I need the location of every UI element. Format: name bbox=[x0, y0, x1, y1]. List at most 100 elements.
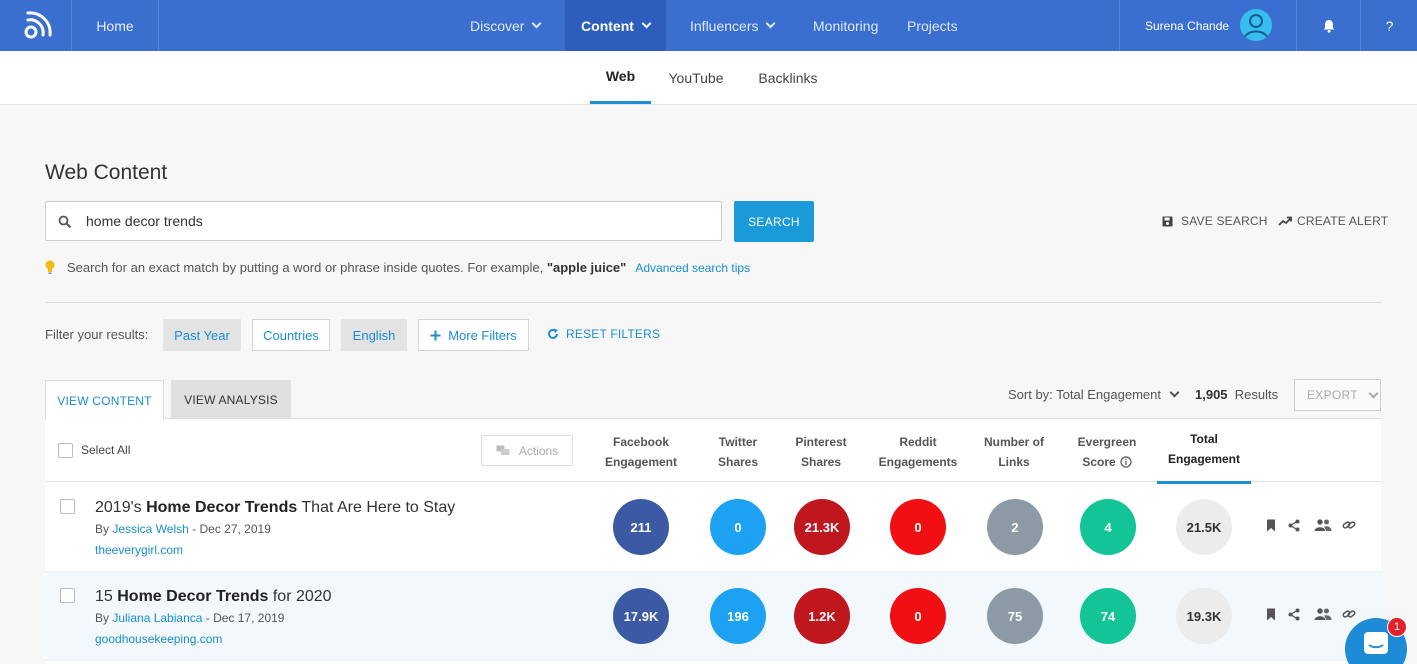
chat-notification-badge: 1 bbox=[1387, 617, 1407, 637]
chevron-down-icon bbox=[1368, 388, 1379, 398]
row-checkbox[interactable] bbox=[60, 588, 75, 603]
article-title-match: Home Decor Trends bbox=[146, 499, 298, 516]
col-reddit-line1: Reddit bbox=[899, 435, 937, 449]
col-facebook-engagement[interactable]: Facebook Engagement bbox=[595, 432, 687, 472]
divider bbox=[45, 302, 1381, 303]
article-title-pre: 15 bbox=[95, 588, 118, 605]
chevron-down-icon bbox=[641, 18, 652, 29]
tip-text: Search for an exact match by putting a w… bbox=[67, 260, 547, 275]
filter-past-year[interactable]: Past Year bbox=[163, 319, 241, 351]
influencers-icon[interactable] bbox=[1314, 519, 1332, 531]
filter-label: Filter your results: bbox=[45, 327, 149, 342]
search-button[interactable]: SEARCH bbox=[734, 201, 814, 242]
floppy-disk-icon bbox=[1162, 216, 1173, 226]
rss-logo-icon bbox=[24, 10, 52, 38]
results-label: Results bbox=[1234, 387, 1279, 402]
lightbulb-icon bbox=[45, 260, 55, 274]
select-all-label[interactable]: Select All bbox=[81, 443, 130, 457]
filter-countries[interactable]: Countries bbox=[252, 319, 330, 351]
table-header: Select All Actions Facebook Engagement Tw… bbox=[45, 419, 1381, 484]
link-icon[interactable] bbox=[1342, 519, 1356, 531]
table-row[interactable]: 15 Home Decor Trends for 2020 By Juliana… bbox=[45, 572, 1381, 661]
nav-discover[interactable]: Discover bbox=[470, 0, 542, 51]
col-facebook-line1: Facebook bbox=[612, 435, 669, 449]
bookmark-icon[interactable] bbox=[1266, 608, 1276, 621]
reset-filters-button[interactable]: RESET FILTERS bbox=[547, 327, 660, 341]
col-pinterest-shares[interactable]: Pinterest Shares bbox=[786, 432, 856, 472]
actions-button[interactable]: Actions bbox=[481, 435, 573, 466]
nav-discover-label: Discover bbox=[470, 17, 525, 34]
tab-backlinks[interactable]: Backlinks bbox=[750, 51, 826, 104]
facebook-engagement-value: 17.9K bbox=[613, 588, 669, 644]
user-avatar-icon bbox=[1243, 14, 1269, 40]
info-icon[interactable] bbox=[1120, 456, 1132, 468]
number-of-links-value: 2 bbox=[987, 499, 1043, 555]
more-filters-label: More Filters bbox=[448, 327, 517, 343]
search-input[interactable] bbox=[86, 211, 686, 231]
col-twitter-line1: Twitter bbox=[718, 435, 758, 449]
save-search-label: SAVE SEARCH bbox=[1181, 214, 1268, 228]
app-logo[interactable] bbox=[0, 0, 72, 51]
article-title[interactable]: 2019's Home Decor Trends That Are Here t… bbox=[95, 499, 455, 517]
tab-web[interactable]: Web bbox=[590, 51, 651, 104]
share-icon[interactable] bbox=[1288, 608, 1300, 621]
filter-english[interactable]: English bbox=[341, 319, 407, 351]
article-byline: By Juliana Labianca - Dec 17, 2019 bbox=[95, 611, 284, 625]
influencers-icon[interactable] bbox=[1314, 608, 1332, 620]
col-twitter-shares[interactable]: Twitter Shares bbox=[703, 432, 773, 472]
article-title-post: for 2020 bbox=[268, 588, 332, 605]
advanced-search-tips-link[interactable]: Advanced search tips bbox=[635, 261, 750, 275]
tab-view-analysis[interactable]: VIEW ANALYSIS bbox=[171, 380, 291, 419]
bell-icon bbox=[1323, 19, 1334, 33]
save-search-button[interactable]: SAVE SEARCH bbox=[1162, 214, 1268, 228]
user-menu[interactable]: Surena Chande bbox=[1119, 0, 1297, 51]
col-reddit-engagements[interactable]: Reddit Engagements bbox=[868, 432, 968, 472]
sort-dropdown[interactable]: Sort by: Total Engagement bbox=[1008, 387, 1180, 402]
help-button[interactable]: ? bbox=[1362, 0, 1417, 51]
select-all-checkbox[interactable] bbox=[58, 443, 73, 458]
col-pinterest-line2: Shares bbox=[800, 455, 842, 469]
export-dropdown[interactable]: EXPORT bbox=[1294, 379, 1381, 411]
col-facebook-line2: Engagement bbox=[604, 455, 677, 469]
article-title[interactable]: 15 Home Decor Trends for 2020 bbox=[95, 588, 332, 606]
tab-youtube[interactable]: YouTube bbox=[662, 51, 730, 104]
byline-prefix: By bbox=[95, 522, 113, 536]
row-checkbox[interactable] bbox=[60, 499, 75, 514]
nav-projects[interactable]: Projects bbox=[907, 0, 958, 51]
evergreen-score-value: 74 bbox=[1080, 588, 1136, 644]
results-table: Select All Actions Facebook Engagement Tw… bbox=[45, 418, 1381, 664]
page-title: Web Content bbox=[45, 161, 168, 184]
col-evergreen-score[interactable]: Evergreen Score bbox=[1067, 432, 1147, 472]
nav-monitoring[interactable]: Monitoring bbox=[813, 0, 878, 51]
author-link[interactable]: Jessica Welsh bbox=[112, 522, 188, 536]
author-link[interactable]: Juliana Labianca bbox=[112, 611, 202, 625]
domain-link[interactable]: goodhousekeeping.com bbox=[95, 632, 222, 646]
domain-link[interactable]: theeverygirl.com bbox=[95, 543, 183, 557]
reddit-engagements-value: 0 bbox=[890, 588, 946, 644]
col-total-engagement[interactable]: Total Engagement bbox=[1157, 429, 1251, 484]
col-reddit-line2: Engagements bbox=[878, 455, 958, 469]
tip-example: "apple juice" bbox=[546, 260, 627, 275]
more-filters-button[interactable]: More Filters bbox=[418, 319, 529, 351]
col-total-line2: Engagement bbox=[1167, 452, 1240, 466]
nav-influencers[interactable]: Influencers bbox=[690, 0, 776, 51]
total-engagement-value: 19.3K bbox=[1176, 588, 1232, 644]
bookmark-icon[interactable] bbox=[1266, 519, 1276, 532]
share-icon[interactable] bbox=[1288, 519, 1300, 532]
search-icon bbox=[58, 215, 72, 229]
actions-label: Actions bbox=[518, 443, 559, 458]
nav-content[interactable]: Content bbox=[565, 0, 666, 51]
tab-view-content[interactable]: VIEW CONTENT bbox=[45, 380, 164, 420]
col-number-of-links[interactable]: Number of Links bbox=[974, 432, 1054, 472]
results-count: 1,905 Results bbox=[1195, 387, 1278, 402]
article-title-post: That Are Here to Stay bbox=[297, 499, 456, 516]
nav-home[interactable]: Home bbox=[72, 0, 159, 51]
chat-bubbles-icon bbox=[496, 445, 510, 455]
article-date: - Dec 27, 2019 bbox=[188, 522, 271, 536]
notifications-button[interactable] bbox=[1297, 0, 1361, 51]
reddit-engagements-value: 0 bbox=[890, 499, 946, 555]
facebook-engagement-value: 211 bbox=[613, 499, 669, 555]
table-row[interactable]: 2019's Home Decor Trends That Are Here t… bbox=[45, 483, 1381, 572]
create-alert-button[interactable]: CREATE ALERT bbox=[1278, 214, 1388, 228]
total-engagement-value: 21.5K bbox=[1176, 499, 1232, 555]
